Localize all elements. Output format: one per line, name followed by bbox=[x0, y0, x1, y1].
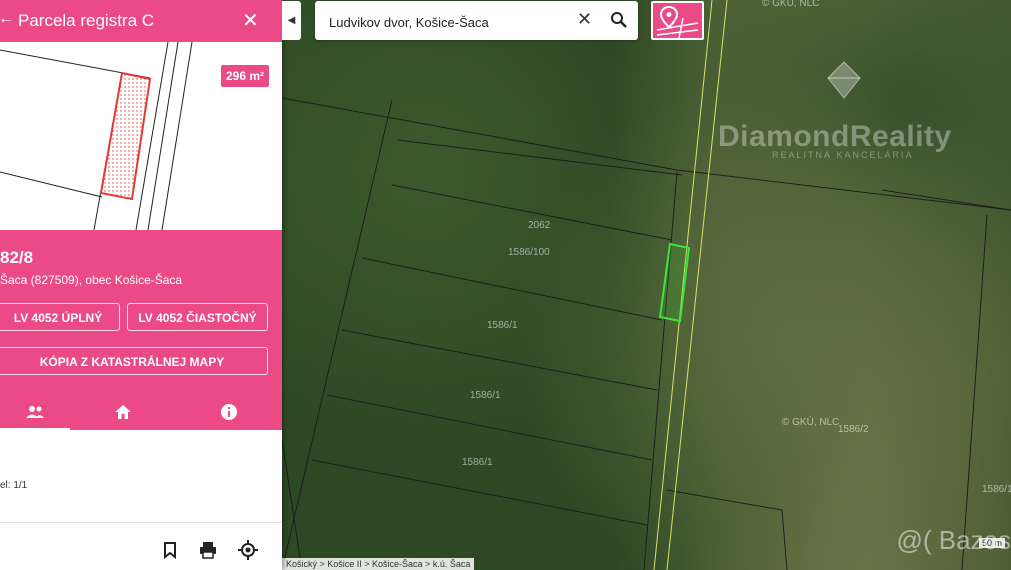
watermark-subtext: REALITNÁ KANCELÁRIA bbox=[772, 150, 914, 160]
parcel-label: 1586/100 bbox=[508, 247, 550, 258]
map-copy-button[interactable]: KÓPIA Z KATASTRÁLNEJ MAPY bbox=[0, 347, 268, 375]
people-icon bbox=[26, 405, 44, 418]
parcel-label: 1586/1 bbox=[470, 390, 501, 401]
info-icon bbox=[221, 403, 237, 420]
caret-left-icon: ◀ bbox=[287, 15, 296, 26]
clear-icon[interactable]: ✕ bbox=[577, 9, 592, 30]
search-input[interactable] bbox=[327, 11, 571, 33]
cadastral-lines bbox=[282, 0, 1011, 570]
panel-header: ← Parcela registra C ✕ bbox=[0, 0, 282, 42]
collapse-panel-button[interactable]: ◀ bbox=[282, 1, 301, 40]
locate-icon[interactable] bbox=[238, 540, 258, 560]
parcel-number: 82/8 bbox=[0, 248, 34, 267]
close-icon[interactable]: ✕ bbox=[242, 8, 259, 33]
map-view[interactable]: DiamondReality REALITNÁ KANCELÁRIA © GKÚ… bbox=[282, 0, 1011, 570]
tab-owners[interactable] bbox=[0, 393, 70, 430]
panel-tabs bbox=[0, 393, 282, 430]
home-icon bbox=[115, 404, 131, 419]
map-pin-parcel-icon bbox=[656, 5, 699, 39]
parcel-label: 1586/1 bbox=[462, 457, 493, 468]
print-icon[interactable] bbox=[198, 540, 218, 560]
parcel-label: 2062 bbox=[528, 220, 551, 231]
tab-property[interactable] bbox=[88, 393, 158, 430]
map-breadcrumb: Košický > Košice II > Košice-Šaca > k.ú.… bbox=[282, 558, 475, 570]
bazos-watermark: @( Bazos bbox=[896, 525, 1011, 555]
parcel-tool-button[interactable] bbox=[651, 1, 704, 40]
tab-indicator bbox=[0, 428, 70, 430]
map-copyright-2: © GKÚ, NLC bbox=[782, 417, 840, 428]
lv-full-button[interactable]: LV 4052 ÚPLNÝ bbox=[0, 303, 120, 331]
parcel-panel: ← Parcela registra C ✕ 296 m² 82/8 Šaca … bbox=[0, 0, 282, 570]
search-icon[interactable] bbox=[610, 11, 628, 29]
parcel-location: Šaca (827509), obec Košice-Šaca bbox=[0, 273, 183, 287]
map-copyright: © GKÚ, NLC bbox=[762, 0, 820, 9]
divider bbox=[0, 522, 282, 523]
lv-partial-button[interactable]: LV 4052 ČIASTOČNÝ bbox=[127, 303, 268, 331]
search-box: ✕ bbox=[315, 1, 638, 40]
diamond-logo-icon bbox=[827, 61, 861, 99]
watermark-text: DiamondReality bbox=[718, 120, 952, 153]
ownership-share: el: 1/1 bbox=[0, 480, 28, 491]
parcel-info: 82/8 Šaca (827509), obec Košice-Šaca LV … bbox=[0, 230, 282, 430]
bookmark-icon[interactable] bbox=[160, 540, 180, 560]
back-arrow-icon[interactable]: ← bbox=[0, 10, 14, 28]
tab-info[interactable] bbox=[194, 393, 264, 430]
parcel-preview: 296 m² bbox=[0, 42, 282, 230]
parcel-label: 1586/1 bbox=[982, 484, 1011, 495]
panel-title: Parcela registra C bbox=[18, 11, 155, 30]
parcel-label: 1586/1 bbox=[487, 320, 518, 331]
parcel-label: 1586/2 bbox=[838, 424, 869, 435]
area-badge: 296 m² bbox=[221, 65, 270, 87]
